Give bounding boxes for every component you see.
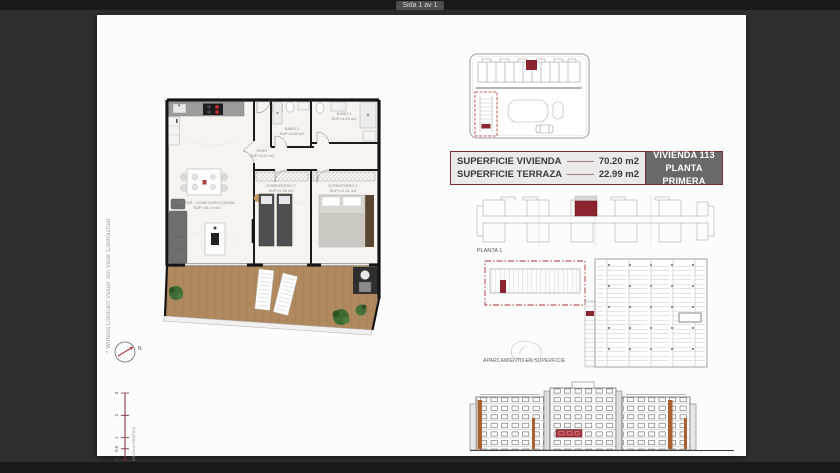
pdf-viewer: Sida 1 av 1 [0, 0, 840, 473]
scale-bar: 3 2 1 0.5 0 ESCALA GRAFICA [109, 381, 145, 467]
parking-plan-label: APARCAMIENTO EN SUPERFICIE [483, 358, 566, 364]
floor-key-plan-label: PLANTA 1 [477, 248, 502, 254]
stove [203, 104, 223, 116]
site-highlighted-parking [482, 124, 491, 129]
svg-text:SUP=4.83 m2: SUP=4.83 m2 [331, 116, 357, 121]
viewer-bottombar [0, 462, 840, 473]
surface-label: SUPERFICIE VIVIENDA [457, 156, 562, 167]
site-highlighted-unit [526, 60, 537, 70]
highlighted-unit-terrace [575, 196, 597, 201]
parking-structure [585, 259, 707, 367]
apartment-floor-plan: 1 [159, 95, 381, 347]
coffee-table [205, 223, 225, 255]
highlighted-parking-stall-2 [586, 311, 594, 316]
viewer-topbar: Sida 1 av 1 [0, 0, 840, 10]
facade-accent [668, 400, 673, 449]
building-elevation [468, 378, 737, 458]
leader-line [567, 161, 594, 162]
end-tower [470, 404, 476, 450]
parking-plan: APARCAMIENTO EN SUPERFICIE [473, 255, 716, 372]
surface-value: 22.99 m2 [599, 169, 639, 180]
svg-text:SUP=4.87 m2: SUP=4.87 m2 [249, 153, 275, 158]
bedroom1-bed [319, 195, 374, 247]
highlighted-parking-zone [485, 261, 585, 305]
facade-accent [478, 400, 483, 449]
tv [252, 219, 254, 243]
page-indicator-badge: Sida 1 av 1 [396, 1, 443, 10]
svg-text:3: 3 [114, 391, 119, 394]
surface-value: 70.20 m2 [599, 156, 639, 167]
bedroom2-beds [254, 194, 292, 246]
plant [169, 286, 183, 300]
leader-line [567, 174, 594, 175]
highlighted-unit [575, 201, 597, 216]
svg-text:1: 1 [114, 436, 119, 439]
wardrobe [313, 172, 375, 181]
unit-floor: PLANTA PRIMERA [646, 162, 722, 188]
unit-number: VIVIENDA 113 [646, 149, 722, 162]
facade-accent [684, 418, 687, 449]
surface-summary-table: SUPERFICIE VIVIENDA 70.20 m2 SUPERFICIE … [450, 151, 723, 185]
table-row: SUPERFICIE VIVIENDA 70.20 m2 [457, 156, 639, 167]
surface-label: SUPERFICIE TERRAZA [457, 169, 562, 180]
wardrobe [256, 172, 308, 181]
svg-text:2: 2 [114, 414, 119, 417]
svg-text:SUP=9.38 m2: SUP=9.38 m2 [268, 188, 294, 193]
table-row: SUPERFICIE TERRAZA 22.99 m2 [457, 169, 639, 180]
facade-accent [532, 418, 535, 449]
unit-id-box: VIVIENDA 113 PLANTA PRIMERA [645, 152, 722, 184]
elevation-right-wing [622, 395, 690, 451]
stair-tower [616, 391, 622, 450]
outdoor-kitchen [353, 267, 379, 294]
kitchen-tall-units [169, 117, 180, 145]
bedroom1-bench [364, 195, 374, 247]
pool-outline [508, 100, 548, 122]
svg-text:0.5: 0.5 [114, 445, 119, 452]
svg-text:SUP=3.80 m2: SUP=3.80 m2 [279, 131, 305, 136]
end-tower [690, 404, 696, 450]
kitchen-counter [169, 102, 244, 116]
roof-structure [572, 382, 594, 388]
svg-text:SUP=11.41 m2: SUP=11.41 m2 [330, 188, 358, 193]
scale-label: ESCALA GRAFICA [131, 426, 136, 461]
car-icon [536, 125, 553, 133]
highlighted-parking-stall [500, 280, 506, 293]
compass-icon: N [113, 339, 145, 367]
elevation-left-wing [476, 395, 544, 451]
document-page: 1 [97, 15, 746, 456]
disclaimer-note: * Without Contract Value/ Sin Valor Cont… [106, 197, 112, 353]
dining-table [181, 169, 228, 195]
scale-ticks: 3 2 1 0.5 0 [114, 391, 119, 461]
highlighted-unit-elevation [556, 430, 582, 438]
small-pool-outline [553, 102, 563, 119]
svg-text:SUP=25.14 m2: SUP=25.14 m2 [193, 205, 221, 210]
stair-tower [544, 391, 550, 450]
elevation-center-block [550, 382, 616, 450]
north-label: N [138, 346, 142, 352]
site-key-plan [468, 48, 592, 142]
floor-key-plan: PLANTA 1 [475, 192, 716, 254]
surface-rows: SUPERFICIE VIVIENDA 70.20 m2 SUPERFICIE … [451, 152, 645, 184]
sofa [169, 199, 187, 263]
svg-text:0: 0 [114, 458, 119, 461]
